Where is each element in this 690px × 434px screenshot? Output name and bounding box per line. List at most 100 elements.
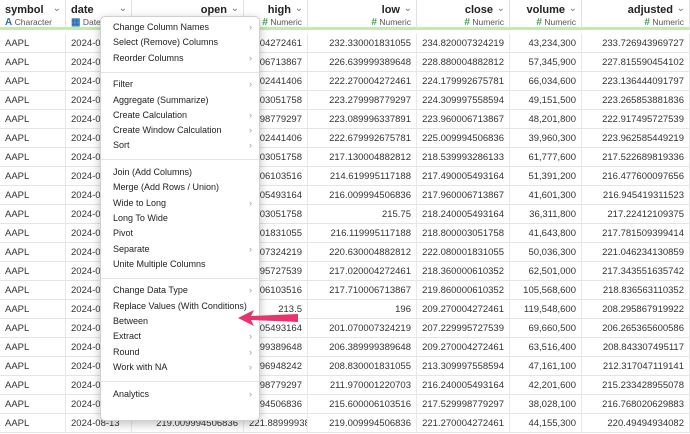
menu-item-wide-to-long[interactable]: Wide to Long › <box>101 196 259 211</box>
cell-close[interactable]: 224.179992675781 <box>417 72 510 91</box>
cell-close[interactable]: 217.960006713867 <box>417 186 510 205</box>
cell-close[interactable]: 224.309997558594 <box>417 91 510 110</box>
menu-item-create-window-calculation[interactable]: Create Window Calculation › <box>101 123 259 138</box>
cell-volume[interactable]: 48,201,800 <box>510 110 582 129</box>
cell-symbol[interactable]: AAPL <box>0 129 66 148</box>
chevron-down-icon[interactable]: ⌄ <box>497 3 505 14</box>
cell-low[interactable]: 215.600006103516 <box>308 395 417 414</box>
column-header-close[interactable]: close # Numeric ⌄ <box>417 0 510 30</box>
cell-adjusted[interactable]: 227.815590454102 <box>582 53 690 72</box>
cell-low[interactable]: 232.330001831055 <box>308 34 417 53</box>
cell-low[interactable]: 220.630004882812 <box>308 243 417 262</box>
cell-adjusted[interactable]: 216.768020629883 <box>582 395 690 414</box>
cell-adjusted[interactable]: 215.233428955078 <box>582 376 690 395</box>
cell-adjusted[interactable]: 217.522689819336 <box>582 148 690 167</box>
cell-volume[interactable]: 61,777,600 <box>510 148 582 167</box>
column-header-symbol[interactable]: symbol A Character ⌄ <box>0 0 66 30</box>
cell-low[interactable]: 214.619995117188 <box>308 167 417 186</box>
cell-low[interactable]: 217.710006713867 <box>308 281 417 300</box>
cell-volume[interactable]: 62,501,000 <box>510 262 582 281</box>
menu-item-change-column-names[interactable]: Change Column Names › <box>101 20 259 35</box>
cell-low[interactable]: 216.119995117188 <box>308 224 417 243</box>
column-header-low[interactable]: low # Numeric ⌄ <box>308 0 417 30</box>
cell-close[interactable]: 209.270004272461 <box>417 338 510 357</box>
cell-low[interactable]: 215.75 <box>308 205 417 224</box>
column-header-adjusted[interactable]: adjusted # Numeric ⌄ <box>582 0 690 30</box>
cell-volume[interactable]: 43,234,300 <box>510 34 582 53</box>
cell-adjusted[interactable]: 223.136444091797 <box>582 72 690 91</box>
cell-adjusted[interactable]: 217.343551635742 <box>582 262 690 281</box>
menu-item-create-calculation[interactable]: Create Calculation › <box>101 108 259 123</box>
cell-close[interactable]: 217.529998779297 <box>417 395 510 414</box>
cell-volume[interactable]: 63,516,400 <box>510 338 582 357</box>
cell-volume[interactable]: 47,161,100 <box>510 357 582 376</box>
menu-item-replace-values-with-conditions[interactable]: Replace Values (With Conditions) <box>101 299 259 314</box>
menu-item-join-add-columns[interactable]: Join (Add Columns) <box>101 165 259 180</box>
menu-item-unite-multiple-columns[interactable]: Unite Multiple Columns <box>101 257 259 272</box>
chevron-down-icon[interactable]: ⌄ <box>53 3 61 14</box>
menu-item-merge-add-rows-union[interactable]: Merge (Add Rows / Union) <box>101 180 259 195</box>
chevron-down-icon[interactable]: ⌄ <box>677 3 685 14</box>
cell-volume[interactable]: 44,155,300 <box>510 414 582 433</box>
cell-close[interactable]: 222.080001831055 <box>417 243 510 262</box>
cell-volume[interactable]: 41,643,800 <box>510 224 582 243</box>
cell-adjusted[interactable]: 206.265365600586 <box>582 319 690 338</box>
cell-close[interactable]: 207.229995727539 <box>417 319 510 338</box>
cell-close[interactable]: 219.860000610352 <box>417 281 510 300</box>
cell-adjusted[interactable]: 216.477600097656 <box>582 167 690 186</box>
cell-volume[interactable]: 66,034,600 <box>510 72 582 91</box>
cell-close[interactable]: 234.820007324219 <box>417 34 510 53</box>
cell-volume[interactable]: 39,960,300 <box>510 129 582 148</box>
cell-close[interactable]: 218.240005493164 <box>417 205 510 224</box>
menu-item-work-with-na[interactable]: Work with NA › <box>101 360 259 375</box>
cell-low[interactable]: 201.070007324219 <box>308 319 417 338</box>
cell-close[interactable]: 218.539993286133 <box>417 148 510 167</box>
cell-symbol[interactable]: AAPL <box>0 148 66 167</box>
cell-low[interactable]: 223.089996337891 <box>308 110 417 129</box>
chevron-down-icon[interactable]: ⌄ <box>295 3 303 14</box>
menu-item-aggregate-summarize[interactable]: Aggregate (Summarize) <box>101 93 259 108</box>
cell-close[interactable]: 218.800003051758 <box>417 224 510 243</box>
cell-volume[interactable]: 36,311,800 <box>510 205 582 224</box>
cell-symbol[interactable]: AAPL <box>0 224 66 243</box>
cell-volume[interactable]: 50,036,300 <box>510 243 582 262</box>
cell-adjusted[interactable]: 217.781509399414 <box>582 224 690 243</box>
cell-symbol[interactable]: AAPL <box>0 53 66 72</box>
cell-symbol[interactable]: AAPL <box>0 395 66 414</box>
cell-close[interactable]: 213.309997558594 <box>417 357 510 376</box>
cell-volume[interactable]: 57,345,900 <box>510 53 582 72</box>
cell-adjusted[interactable]: 208.843307495117 <box>582 338 690 357</box>
chevron-down-icon[interactable]: ⌄ <box>569 3 577 14</box>
cell-symbol[interactable]: AAPL <box>0 72 66 91</box>
cell-adjusted[interactable]: 233.726943969727 <box>582 34 690 53</box>
cell-adjusted[interactable]: 223.265853881836 <box>582 91 690 110</box>
menu-item-long-to-wide[interactable]: Long To Wide <box>101 211 259 226</box>
column-header-volume[interactable]: volume # Numeric ⌄ <box>510 0 582 30</box>
cell-close[interactable]: 228.880004882812 <box>417 53 510 72</box>
cell-adjusted[interactable]: 218.836563110352 <box>582 281 690 300</box>
cell-volume[interactable]: 41,601,300 <box>510 186 582 205</box>
menu-item-between[interactable]: Between› <box>101 314 259 329</box>
menu-item-reorder-columns[interactable]: Reorder Columns › <box>101 51 259 66</box>
cell-symbol[interactable]: AAPL <box>0 186 66 205</box>
cell-adjusted[interactable]: 223.962585449219 <box>582 129 690 148</box>
cell-low[interactable]: 211.970001220703 <box>308 376 417 395</box>
chevron-down-icon[interactable]: ⌄ <box>231 3 239 14</box>
cell-adjusted[interactable]: 208.295867919922 <box>582 300 690 319</box>
cell-symbol[interactable]: AAPL <box>0 110 66 129</box>
menu-item-filter[interactable]: Filter › <box>101 77 259 92</box>
cell-volume[interactable]: 119,548,600 <box>510 300 582 319</box>
cell-symbol[interactable]: AAPL <box>0 338 66 357</box>
cell-symbol[interactable]: AAPL <box>0 357 66 376</box>
menu-item-sort[interactable]: Sort › <box>101 138 259 153</box>
cell-low[interactable]: 219.009994506836 <box>308 414 417 433</box>
cell-low[interactable]: 208.830001831055 <box>308 357 417 376</box>
cell-low[interactable]: 223.279998779297 <box>308 91 417 110</box>
cell-symbol[interactable]: AAPL <box>0 319 66 338</box>
cell-symbol[interactable]: AAPL <box>0 281 66 300</box>
cell-symbol[interactable]: AAPL <box>0 414 66 433</box>
cell-symbol[interactable]: AAPL <box>0 300 66 319</box>
chevron-down-icon[interactable]: ⌄ <box>119 3 127 14</box>
cell-adjusted[interactable]: 217.22412109375 <box>582 205 690 224</box>
cell-low[interactable]: 196 <box>308 300 417 319</box>
